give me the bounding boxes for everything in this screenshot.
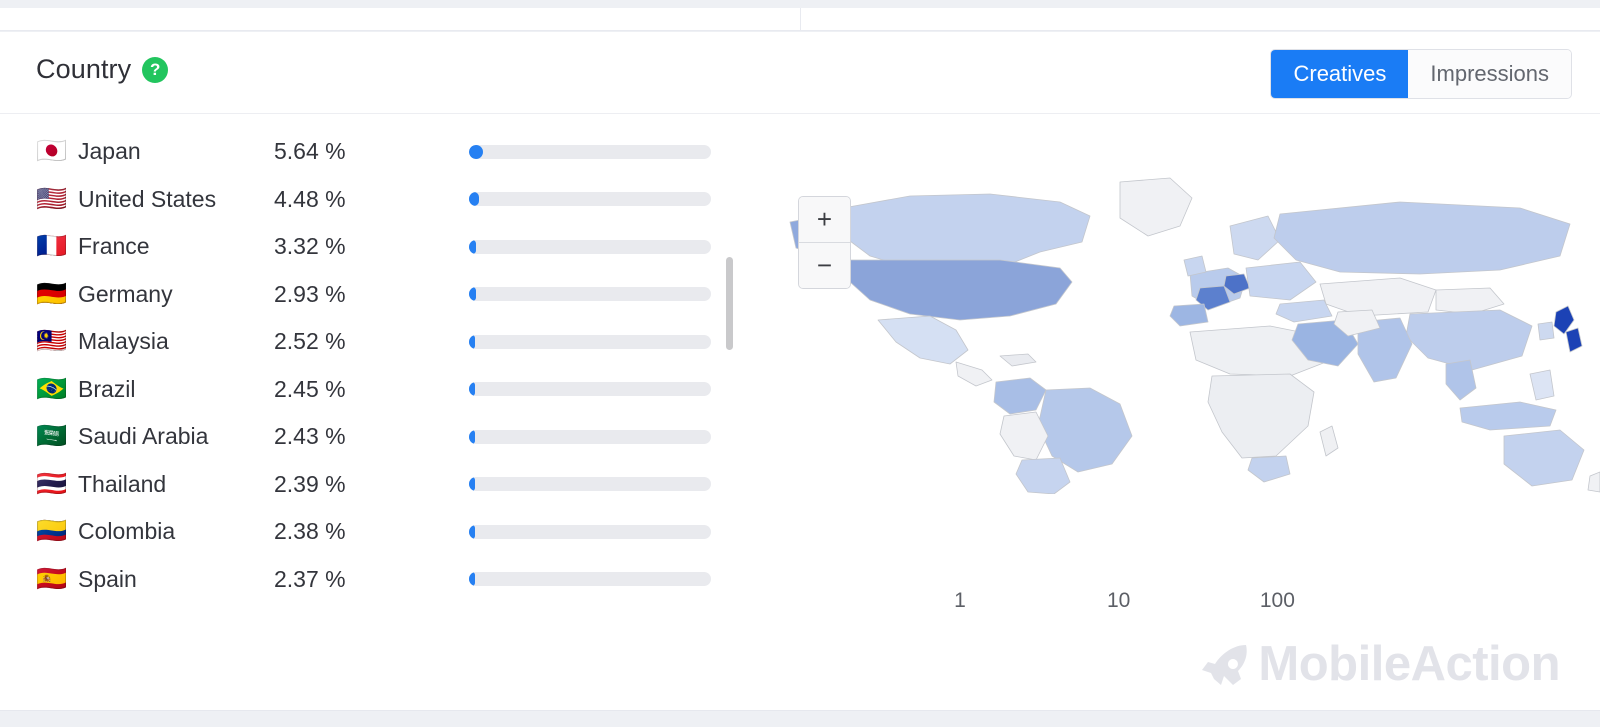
metric-toggle-group[interactable]: Creatives Impressions: [1270, 49, 1572, 99]
country-flag-icon: 🇯🇵: [36, 137, 68, 166]
country-bar-fill: [469, 524, 476, 539]
country-bar-fill: [469, 287, 476, 302]
country-bar-track: [469, 477, 711, 492]
tab-impressions[interactable]: Impressions: [1408, 50, 1571, 98]
legend-tick-label: 10: [1107, 589, 1131, 612]
country-bar-track: [469, 429, 711, 444]
country-row[interactable]: 🇪🇸 Spain 2.37 %: [0, 556, 740, 604]
country-flag-icon: 🇹🇭: [36, 469, 68, 498]
legend-gradient-bar: [960, 561, 1305, 581]
country-name: Thailand: [78, 470, 167, 497]
country-name: Saudi Arabia: [78, 423, 209, 450]
country-bar-fill: [469, 239, 477, 254]
country-row[interactable]: 🇹🇭 Thailand 2.39 %: [0, 461, 740, 509]
country-name: United States: [78, 185, 217, 212]
country-bar-fill: [469, 477, 476, 492]
map-zoom-controls[interactable]: + −: [798, 196, 851, 289]
tab-creatives[interactable]: Creatives: [1271, 50, 1409, 98]
country-bar-fill: [469, 572, 476, 587]
country-row[interactable]: 🇸🇦 Saudi Arabia 2.43 %: [0, 413, 740, 461]
country-name: Spain: [78, 565, 137, 592]
country-bar-track: [469, 382, 711, 397]
country-row[interactable]: 🇺🇸 United States 4.48 %: [0, 176, 740, 224]
country-bar-fill: [469, 192, 480, 207]
rocket-icon: [1202, 644, 1248, 685]
country-percentage: 2.37 %: [274, 565, 346, 592]
country-flag-icon: 🇫🇷: [36, 232, 68, 261]
country-flag-icon: 🇪🇸: [36, 564, 68, 593]
country-bar-track: [469, 287, 711, 302]
country-flag-icon: 🇸🇦: [36, 422, 68, 451]
country-list[interactable]: 🇯🇵 Japan 5.64 % 🇺🇸 United States 4.48 % 🇫🇷 Fran…: [0, 114, 740, 603]
legend-tick-labels: 1 10 100: [954, 589, 1305, 621]
country-bar-fill: [469, 382, 476, 397]
country-percentage: 2.39 %: [274, 470, 346, 497]
country-row[interactable]: 🇫🇷 France 3.32 %: [0, 223, 740, 271]
country-name: Germany: [78, 280, 173, 307]
country-percentage: 2.38 %: [274, 518, 346, 545]
country-bar-fill: [469, 334, 476, 349]
country-name: Malaysia: [78, 328, 169, 355]
legend-tick-label: 1: [954, 589, 966, 612]
country-flag-icon: 🇨🇴: [36, 517, 68, 546]
country-percentage: 4.48 %: [274, 185, 346, 212]
country-bar-track: [469, 192, 711, 207]
country-row[interactable]: 🇩🇪 Germany 2.93 %: [0, 271, 740, 319]
watermark: MobileAction: [1200, 640, 1560, 689]
country-percentage: 3.32 %: [274, 233, 346, 260]
card-header: Country ? Creatives Impressions: [0, 32, 1600, 114]
list-scrollbar-thumb[interactable]: [726, 257, 733, 350]
country-bar-track: [469, 239, 711, 254]
world-map-panel[interactable]: + − 1 10 100: [760, 114, 1600, 711]
country-bar-track: [469, 144, 711, 159]
country-row[interactable]: 🇨🇴 Colombia 2.38 %: [0, 508, 740, 556]
zoom-in-button[interactable]: +: [799, 197, 850, 242]
country-flag-icon: 🇲🇾: [36, 327, 68, 356]
country-name: France: [78, 233, 150, 260]
country-percentage: 2.43 %: [274, 423, 346, 450]
country-analytics-screen: Country ? Creatives Impressions 🇯🇵 Japan 5…: [0, 0, 1600, 727]
country-name: Japan: [78, 138, 141, 165]
country-name: Colombia: [78, 518, 176, 545]
country-bar-track: [469, 524, 711, 539]
choropleth-world-map[interactable]: [760, 164, 1600, 494]
country-flag-icon: 🇧🇷: [36, 374, 68, 403]
country-bar-track: [469, 572, 711, 587]
legend-tick-label: 100: [1259, 589, 1295, 612]
country-row[interactable]: 🇯🇵 Japan 5.64 %: [0, 128, 740, 176]
country-flag-icon: 🇩🇪: [36, 279, 68, 308]
country-flag-icon: 🇺🇸: [36, 184, 68, 213]
country-bar-fill: [469, 429, 476, 444]
country-row[interactable]: 🇲🇾 Malaysia 2.52 %: [0, 318, 740, 366]
top-card-divider: [800, 8, 801, 30]
country-name: Brazil: [78, 375, 136, 402]
country-bar-track: [469, 334, 711, 349]
title-group: Country ?: [36, 54, 169, 85]
map-legend: 1 10 100: [954, 561, 1305, 621]
question-mark-icon[interactable]: ?: [142, 56, 169, 83]
country-percentage: 2.93 %: [274, 280, 346, 307]
country-bar-fill: [469, 144, 484, 159]
country-card: Country ? Creatives Impressions 🇯🇵 Japan 5…: [0, 32, 1600, 711]
country-percentage: 2.52 %: [274, 328, 346, 355]
page-title: Country: [36, 54, 132, 84]
country-percentage: 2.45 %: [274, 375, 346, 402]
country-percentage: 5.64 %: [274, 138, 346, 165]
zoom-out-button[interactable]: −: [799, 242, 850, 288]
card-body: 🇯🇵 Japan 5.64 % 🇺🇸 United States 4.48 % 🇫🇷 Fran…: [0, 114, 1600, 711]
country-row[interactable]: 🇧🇷 Brazil 2.45 %: [0, 366, 740, 414]
watermark-text: MobileAction: [1258, 637, 1560, 691]
